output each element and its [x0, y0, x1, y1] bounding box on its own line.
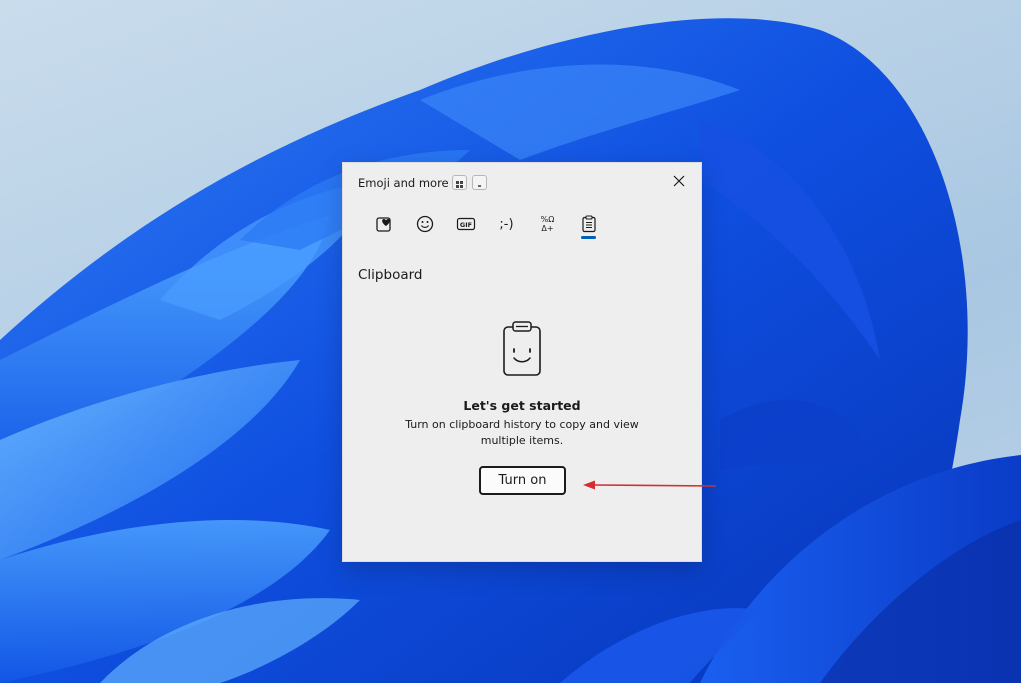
kaomoji-icon: ;-)	[499, 216, 514, 232]
emoji-panel: Emoji and more GIF ;-) %Ω Δ+ Clipboard L…	[342, 162, 702, 562]
gif-icon: GIF	[456, 217, 475, 231]
tab-favorites[interactable]	[363, 209, 404, 239]
tab-kaomoji[interactable]: ;-)	[486, 209, 527, 239]
turn-on-button[interactable]: Turn on	[479, 466, 566, 495]
desktop: Emoji and more GIF ;-) %Ω Δ+ Clipboard L…	[0, 0, 1021, 683]
empty-state-title: Let's get started	[463, 398, 581, 413]
clipboard-smile-icon	[503, 321, 541, 376]
tab-symbols[interactable]: %Ω Δ+	[527, 209, 568, 239]
symbols-icon: %Ω Δ+	[540, 215, 555, 233]
tab-emoji[interactable]	[404, 209, 445, 239]
close-button[interactable]	[667, 169, 691, 193]
tab-clipboard[interactable]	[568, 209, 609, 239]
grid-layout-glyph	[456, 181, 463, 188]
smiley-icon	[416, 215, 433, 233]
grid-layout-icon[interactable]	[452, 175, 467, 190]
clipboard-icon	[581, 215, 596, 233]
section-heading: Clipboard	[358, 267, 423, 283]
heart-emoji-icon	[375, 217, 391, 232]
tab-gif[interactable]: GIF	[445, 209, 486, 239]
small-mode-icon[interactable]	[472, 175, 487, 190]
small-mode-glyph	[478, 185, 481, 187]
category-tabs: GIF ;-) %Ω Δ+	[363, 209, 609, 241]
panel-title: Emoji and more	[358, 176, 449, 190]
empty-state-illustration	[343, 321, 701, 381]
gif-label: GIF	[459, 221, 471, 229]
close-icon	[673, 175, 685, 187]
annotation-arrow	[583, 480, 717, 490]
empty-state-description: Turn on clipboard history to copy and vi…	[405, 418, 639, 447]
